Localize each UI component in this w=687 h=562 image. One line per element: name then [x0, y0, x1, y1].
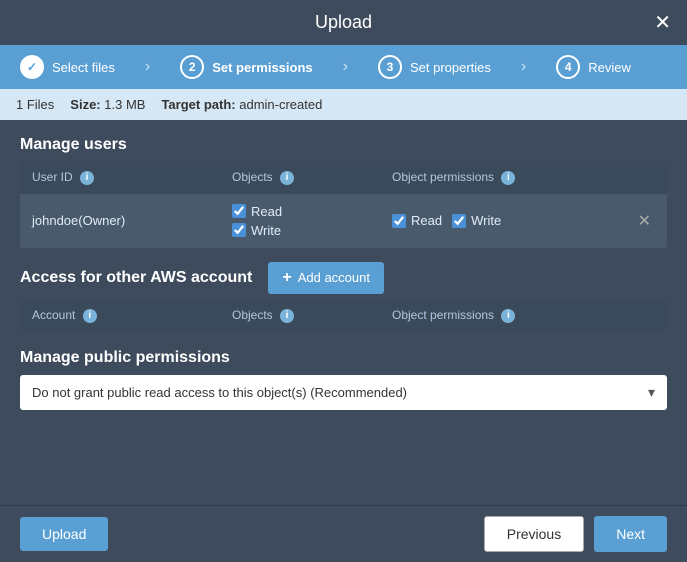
users-table: User ID i Objects i Object permissions i… [20, 162, 667, 248]
public-perm-value: Do not grant public read access to this … [32, 385, 407, 400]
next-button[interactable]: Next [594, 516, 667, 552]
col-objects-header2: Objects i [232, 308, 392, 323]
objects-write-text: Write [251, 223, 281, 238]
info-bar: 1 Files Size: 1.3 MB Target path: admin-… [0, 89, 687, 120]
objects-info-icon[interactable]: i [280, 171, 294, 185]
files-count: 1 Files [16, 97, 54, 112]
table-row: johndoe(Owner) Read Write [20, 193, 667, 248]
step-2-circle: 2 [180, 55, 204, 79]
previous-button[interactable]: Previous [484, 516, 584, 552]
remove-user-button[interactable]: ✕ [634, 211, 655, 231]
objperm-write-label[interactable]: Write [452, 213, 501, 228]
objperm-read-text: Read [411, 213, 442, 228]
objperm-read-checkbox[interactable] [392, 214, 406, 228]
col-objects-header: Objects i [232, 170, 392, 185]
step-4-circle: 4 [556, 55, 580, 79]
objperm-read-label[interactable]: Read [392, 213, 442, 228]
size-info: Size: 1.3 MB [70, 97, 145, 112]
objects-cell: Read Write [232, 204, 392, 238]
add-account-label: Add account [298, 270, 370, 285]
modal-body: Manage users User ID i Objects i Object … [0, 120, 687, 505]
public-perm-section: Manage public permissions Do not grant p… [20, 349, 667, 410]
objects-read-label[interactable]: Read [232, 204, 392, 219]
target-path: Target path: admin-created [161, 97, 322, 112]
users-table-header: User ID i Objects i Object permissions i [20, 162, 667, 193]
plus-icon: + [282, 269, 291, 287]
manage-users-title: Manage users [20, 136, 667, 154]
objperm-info-icon[interactable]: i [501, 171, 515, 185]
account-info-icon[interactable]: i [83, 309, 97, 323]
col-objperm-header2: Object permissions i [392, 308, 655, 323]
divider-3: › [521, 58, 526, 76]
objects-read-checkbox[interactable] [232, 204, 246, 218]
modal-header: Upload ✕ [0, 0, 687, 45]
col-userid-header: User ID i [32, 170, 232, 185]
col-account-header: Account i [32, 308, 232, 323]
close-button[interactable]: ✕ [654, 13, 671, 33]
objperm2-info-icon[interactable]: i [501, 309, 515, 323]
objects-write-label[interactable]: Write [232, 223, 392, 238]
access-section-header: Access for other AWS account + Add accou… [20, 262, 667, 294]
step-1-label: Select files [52, 60, 115, 75]
objects2-info-icon[interactable]: i [280, 309, 294, 323]
objperm-cell: Read Write ✕ [392, 211, 655, 231]
objperm-write-checkbox[interactable] [452, 214, 466, 228]
step-3-label: Set properties [410, 60, 491, 75]
chevron-down-icon: ▾ [648, 384, 655, 401]
add-account-button[interactable]: + Add account [268, 262, 384, 294]
manage-users-section: Manage users User ID i Objects i Object … [20, 136, 667, 248]
aws-access-title: Access for other AWS account [20, 269, 252, 287]
public-perm-dropdown[interactable]: Do not grant public read access to this … [20, 375, 667, 410]
step-2-label: Set permissions [212, 60, 312, 75]
divider-1: › [145, 58, 150, 76]
steps-bar: ✓ Select files › 2 Set permissions › 3 S… [0, 45, 687, 89]
footer-nav-buttons: Previous Next [484, 516, 667, 552]
aws-account-table: Account i Objects i Object permissions i [20, 300, 667, 331]
modal-footer: Upload Previous Next [0, 505, 687, 562]
userid-info-icon[interactable]: i [80, 171, 94, 185]
step-4[interactable]: 4 Review [556, 55, 631, 79]
public-perm-title: Manage public permissions [20, 349, 667, 367]
col-objperm-header: Object permissions i [392, 170, 655, 185]
divider-2: › [343, 58, 348, 76]
objects-read-text: Read [251, 204, 282, 219]
upload-button[interactable]: Upload [20, 517, 108, 551]
step-3-circle: 3 [378, 55, 402, 79]
aws-access-section: Access for other AWS account + Add accou… [20, 262, 667, 331]
modal-title: Upload [315, 12, 372, 33]
aws-table-header: Account i Objects i Object permissions i [20, 300, 667, 331]
step-2[interactable]: 2 Set permissions [180, 55, 312, 79]
objperm-write-text: Write [471, 213, 501, 228]
upload-modal: Upload ✕ ✓ Select files › 2 Set permissi… [0, 0, 687, 562]
step-4-label: Review [588, 60, 631, 75]
user-id-cell: johndoe(Owner) [32, 213, 232, 228]
objects-write-checkbox[interactable] [232, 223, 246, 237]
step-3[interactable]: 3 Set properties [378, 55, 491, 79]
step-1-circle: ✓ [20, 55, 44, 79]
step-1[interactable]: ✓ Select files [20, 55, 115, 79]
